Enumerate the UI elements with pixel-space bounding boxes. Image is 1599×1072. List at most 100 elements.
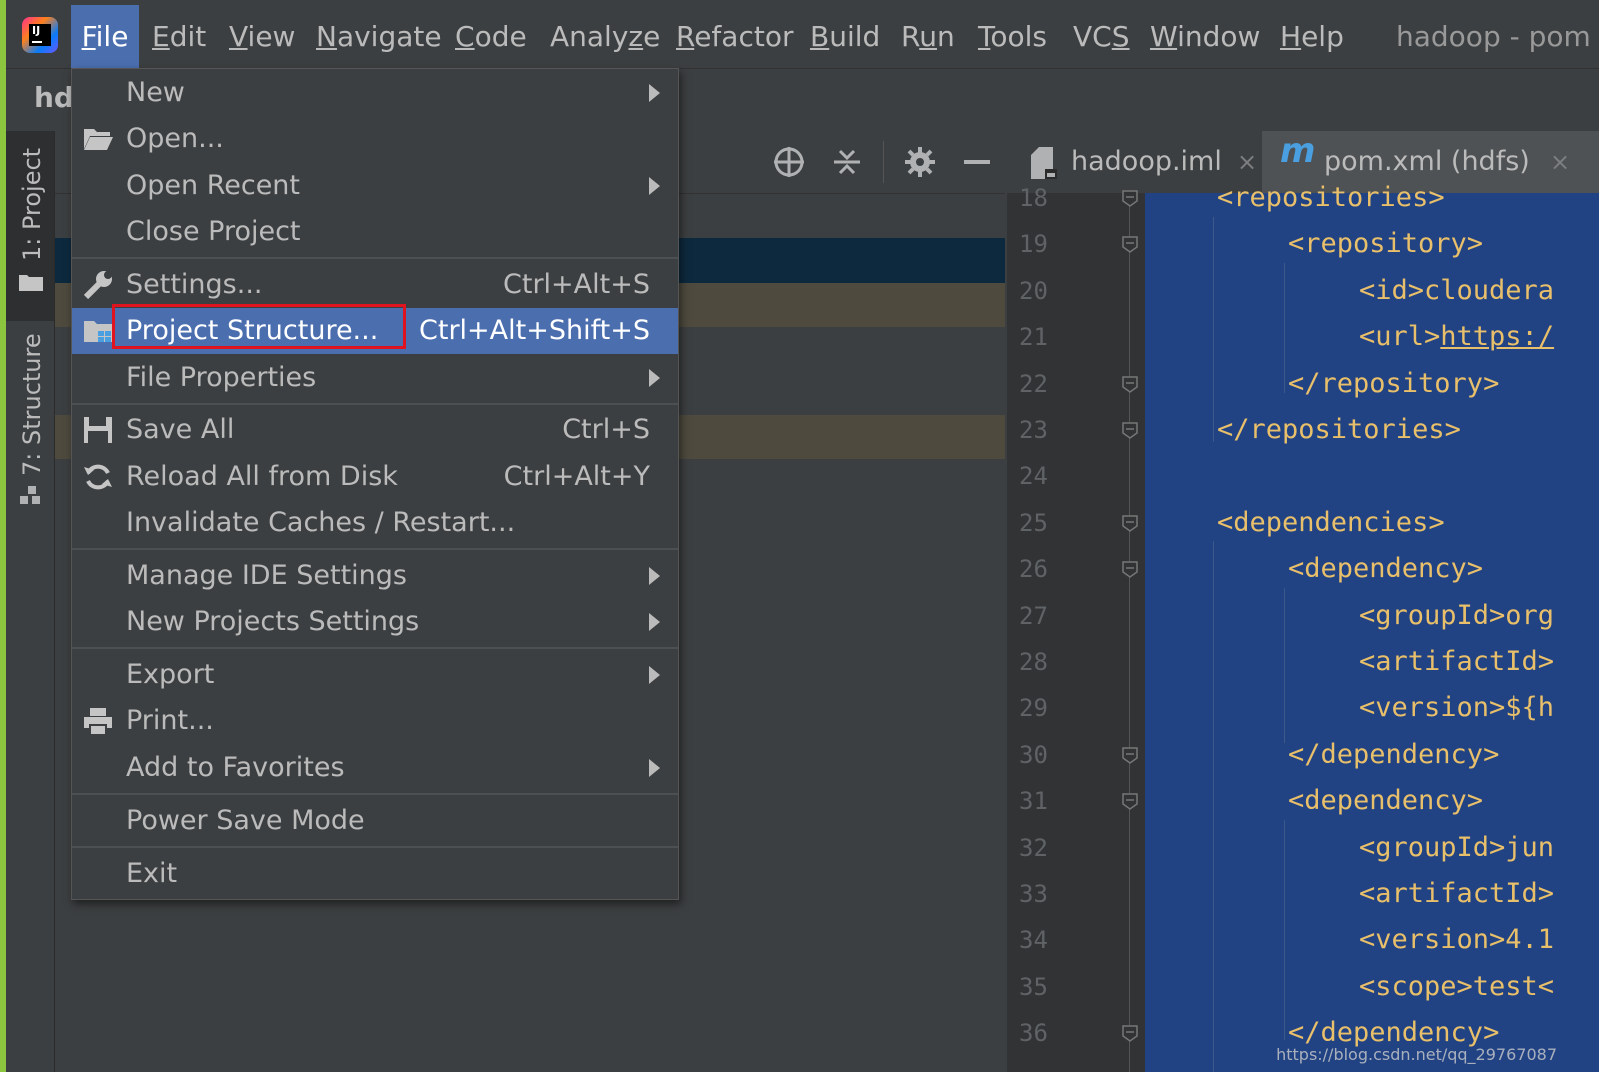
fold-marker-icon[interactable]	[1121, 235, 1139, 254]
code-line[interactable]: 24	[1007, 453, 1599, 499]
code-text: <dependency>	[1288, 546, 1483, 592]
code-text: </repositories>	[1217, 407, 1461, 453]
collapse-all-icon[interactable]	[830, 145, 864, 179]
menu-item-label: Open...	[126, 123, 224, 154]
menu-tools[interactable]: Tools	[978, 5, 1047, 68]
code-token: <repository>	[1288, 228, 1484, 260]
fold-marker-icon[interactable]	[1121, 375, 1139, 393]
gear-icon[interactable]	[903, 145, 937, 179]
menu-item-open-recent[interactable]: Open Recent	[72, 163, 678, 209]
code-line[interactable]: 31 <dependency>	[1007, 778, 1599, 824]
menu-navigate[interactable]: Navigate	[316, 5, 442, 68]
menu-item-manage-ide-settings[interactable]: Manage IDE Settings	[72, 553, 678, 599]
menu-edit[interactable]: Edit	[152, 5, 206, 68]
menu-item-print[interactable]: Print...	[72, 698, 678, 744]
code-line[interactable]: 26 <dependency>	[1007, 546, 1599, 592]
line-number: 32	[1019, 833, 1048, 862]
menu-item-label: New	[126, 77, 185, 108]
menu-item-label: Manage IDE Settings	[126, 560, 407, 591]
code-token: <version>${h	[1359, 692, 1555, 724]
menu-item-add-to-favorites[interactable]: Add to Favorites	[72, 745, 678, 791]
menu-item-new[interactable]: New	[72, 70, 678, 116]
menu-analyze[interactable]: Analyze	[550, 5, 660, 68]
code-token: </repository>	[1288, 367, 1500, 399]
code-line[interactable]: 28 <artifactId>	[1007, 639, 1599, 685]
menu-item-invalidate-caches[interactable]: Invalidate Caches / Restart...	[72, 500, 678, 546]
menu-help[interactable]: Help	[1280, 5, 1344, 68]
fold-marker-icon[interactable]	[1121, 560, 1139, 579]
menu-item-label: Power Save Mode	[126, 805, 365, 836]
menu-refactor[interactable]: Refactor	[676, 5, 793, 68]
menu-item-close-project[interactable]: Close Project	[72, 209, 678, 255]
code-line[interactable]: 22 </repository>	[1007, 361, 1599, 407]
reload-icon	[84, 464, 112, 490]
code-text: <repository>	[1288, 221, 1483, 267]
project-tool-button[interactable]: 1: Project	[6, 131, 54, 321]
hide-panel-icon[interactable]	[960, 145, 994, 179]
breadcrumb[interactable]: hd	[34, 81, 74, 114]
menu-view[interactable]: View	[229, 5, 295, 68]
menu-separator	[72, 846, 678, 848]
code-line[interactable]: 20 <id>cloudera	[1007, 268, 1599, 314]
menu-run[interactable]: Run	[901, 5, 955, 68]
menu-separator	[72, 548, 678, 550]
menu-item-file-properties[interactable]: File Properties	[72, 355, 678, 401]
menu-item-power-save-mode[interactable]: Power Save Mode	[72, 798, 678, 844]
project-structure-icon	[84, 321, 112, 342]
code-text: <dependencies>	[1217, 500, 1445, 546]
code-line[interactable]: 19 <repository>	[1007, 221, 1599, 267]
code-text: <artifactId>	[1359, 639, 1554, 685]
code-line[interactable]: 35 <scope>test<	[1007, 964, 1599, 1010]
project-tool-label: 1: Project	[18, 147, 46, 261]
code-line[interactable]: 33 <artifactId>	[1007, 871, 1599, 917]
fold-marker-icon[interactable]	[1121, 1024, 1139, 1043]
code-line[interactable]: 23 </repositories>	[1007, 407, 1599, 453]
menu-item-settings[interactable]: Settings... Ctrl+Alt+S	[72, 262, 678, 308]
printer-icon	[84, 708, 112, 736]
menu-item-open[interactable]: Open...	[72, 116, 678, 162]
line-number: 25	[1019, 508, 1048, 537]
submenu-arrow-icon	[649, 369, 660, 387]
code-line[interactable]: 21 <url>https:/	[1007, 314, 1599, 360]
code-line[interactable]: 27 <groupId>org	[1007, 593, 1599, 639]
code-token: <groupId>org	[1359, 599, 1555, 631]
menu-window[interactable]: Window	[1150, 5, 1260, 68]
code-line[interactable]: 29 <version>${h	[1007, 685, 1599, 731]
menu-item-exit[interactable]: Exit	[72, 851, 678, 897]
code-link[interactable]: https:/	[1440, 321, 1554, 352]
menu-vcs[interactable]: VCS	[1073, 5, 1130, 68]
menu-bar: IJ File Edit View Navigate Code Analyze …	[6, 5, 1599, 69]
menu-item-label: Export	[126, 659, 215, 690]
fold-marker-icon[interactable]	[1121, 746, 1139, 764]
line-number: 27	[1019, 601, 1048, 630]
line-number: 28	[1019, 648, 1048, 676]
shortcut-label: Ctrl+Alt+Y	[503, 461, 650, 492]
menu-item-new-projects-settings[interactable]: New Projects Settings	[72, 599, 678, 645]
fold-marker-icon[interactable]	[1121, 421, 1139, 439]
structure-tool-button[interactable]: 7: Structure	[6, 331, 54, 521]
menu-code[interactable]: Code	[455, 5, 527, 68]
menu-item-label: Reload All from Disk	[126, 461, 398, 492]
submenu-arrow-icon	[649, 84, 660, 102]
intellij-logo-icon: IJ	[22, 17, 58, 53]
code-line[interactable]: 34 <version>4.1	[1007, 917, 1599, 963]
fold-marker-icon[interactable]	[1121, 189, 1139, 207]
menu-build[interactable]: Build	[810, 5, 880, 68]
code-line[interactable]: 32 <groupId>jun	[1007, 825, 1599, 871]
menu-item-export[interactable]: Export	[72, 652, 678, 698]
locate-icon[interactable]	[772, 145, 806, 179]
code-token: <dependency>	[1288, 553, 1484, 585]
tool-window-strip: 1: Project 7: Structure	[6, 131, 55, 1072]
code-token: <id>cloudera	[1359, 274, 1555, 306]
menu-item-save-all[interactable]: Save All Ctrl+S	[72, 407, 678, 453]
code-line[interactable]: 25 <dependencies>	[1007, 500, 1599, 546]
code-text: <dependency>	[1288, 778, 1483, 824]
menu-item-reload[interactable]: Reload All from Disk Ctrl+Alt+Y	[72, 454, 678, 500]
line-number: 20	[1019, 276, 1048, 305]
fold-marker-icon[interactable]	[1121, 514, 1139, 532]
fold-marker-icon[interactable]	[1121, 792, 1139, 811]
menu-file[interactable]: File	[71, 5, 139, 68]
code-line[interactable]: 30 </dependency>	[1007, 732, 1599, 778]
line-number: 24	[1019, 462, 1048, 491]
code-line[interactable]: 18 <repositories>	[1007, 175, 1599, 221]
